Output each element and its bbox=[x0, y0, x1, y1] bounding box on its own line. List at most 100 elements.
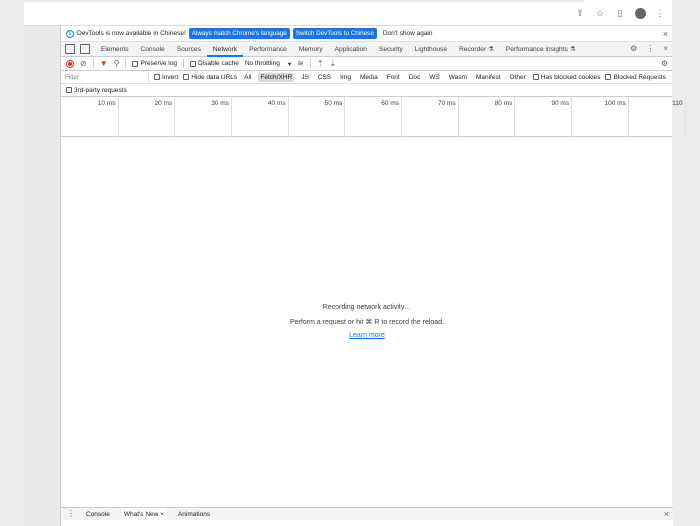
filter-icon[interactable]: ▼ bbox=[100, 59, 108, 68]
type-filter-other[interactable]: Other bbox=[508, 73, 528, 82]
toolbar-divider bbox=[92, 59, 94, 68]
clear-icon[interactable]: ⊘ bbox=[80, 59, 87, 68]
invert-checkbox[interactable]: Invert bbox=[154, 74, 178, 81]
timeline-gridline bbox=[287, 97, 289, 137]
inspect-element-icon[interactable] bbox=[65, 44, 75, 54]
third-party-checkbox[interactable]: 3rd-party requests bbox=[66, 87, 127, 94]
switch-language-button[interactable]: Switch DevTools to Chinese bbox=[292, 28, 377, 39]
devtools-panel: i DevTools is now available in Chinese! … bbox=[60, 26, 686, 526]
omnibox-edge bbox=[24, 0, 584, 2]
timeline-tick-label: 110 bbox=[672, 100, 683, 107]
drawer-tab-whats-new[interactable]: What's New × bbox=[120, 507, 167, 521]
close-drawer-icon[interactable]: × bbox=[664, 509, 669, 519]
network-settings-gear-icon[interactable]: ⚙ bbox=[661, 59, 668, 68]
toolbar-divider bbox=[309, 59, 311, 68]
tab-application[interactable]: Application bbox=[329, 42, 373, 57]
disable-cache-checkbox[interactable]: Disable cache bbox=[189, 60, 239, 67]
drawer-tab-animations[interactable]: Animations bbox=[175, 508, 213, 521]
tab-memory[interactable]: Memory bbox=[293, 42, 329, 57]
settings-gear-icon[interactable]: ⚙ bbox=[630, 44, 637, 53]
more-options-icon[interactable]: ⋮ bbox=[646, 44, 654, 53]
chevron-down-icon: ▾ bbox=[287, 60, 292, 68]
type-filter-js[interactable]: JS bbox=[299, 73, 311, 82]
window-left-edge bbox=[0, 0, 24, 526]
window-right-edge bbox=[672, 0, 700, 526]
kebab-menu-icon[interactable]: ⋮ bbox=[654, 7, 666, 19]
type-filter-css[interactable]: CSS bbox=[316, 73, 333, 82]
timeline-gridline bbox=[401, 97, 402, 137]
type-filter-font[interactable]: Font bbox=[385, 73, 402, 82]
preserve-log-label: Preserve log bbox=[140, 60, 177, 67]
drawer-tab-label: What's New bbox=[123, 510, 159, 518]
tabbar-actions: ⚙ ⋮ × bbox=[630, 44, 668, 53]
invert-label: Invert bbox=[162, 73, 179, 81]
third-party-row: 3rd-party requests bbox=[61, 84, 672, 97]
throttling-select[interactable]: No throttling ▾ bbox=[245, 60, 291, 68]
type-filter-img[interactable]: Img bbox=[338, 73, 353, 82]
type-filter-media[interactable]: Media bbox=[358, 73, 380, 82]
type-filter-fetch-xhr[interactable]: Fetch/XHR bbox=[258, 72, 295, 82]
tab-security[interactable]: Security bbox=[373, 42, 409, 57]
timeline-tick-label: 10 ms bbox=[97, 100, 116, 107]
share-icon[interactable]: ⇪ bbox=[574, 7, 586, 19]
search-icon[interactable]: ⚲ bbox=[114, 59, 120, 68]
drawer-tabbar: ⋮ Console What's New × Animations × bbox=[61, 507, 673, 521]
checkbox[interactable] bbox=[605, 74, 612, 80]
close-tab-icon[interactable]: × bbox=[160, 511, 164, 518]
import-har-icon[interactable]: ⇡ bbox=[317, 59, 324, 68]
type-filter-ws[interactable]: WS bbox=[427, 73, 441, 82]
checkbox[interactable] bbox=[189, 60, 196, 67]
tab-console[interactable]: Console bbox=[135, 42, 171, 57]
profile-avatar[interactable] bbox=[634, 7, 646, 19]
blocked-requests-checkbox[interactable]: Blocked Requests bbox=[605, 73, 666, 81]
learn-more-link[interactable]: Learn more bbox=[61, 332, 673, 339]
hide-data-urls-checkbox[interactable]: Hide data URLs bbox=[183, 74, 237, 81]
timeline-tick-label: 90 ms bbox=[551, 100, 570, 107]
tab-performance-insights[interactable]: Performance insights ⚗ bbox=[500, 42, 582, 57]
match-language-button[interactable]: Always match Chrome's language bbox=[188, 28, 290, 39]
close-devtools-icon[interactable]: × bbox=[663, 44, 668, 53]
network-conditions-icon[interactable]: ≋ bbox=[297, 59, 304, 68]
blocked-requests-label: Blocked Requests bbox=[613, 73, 666, 81]
checkbox[interactable] bbox=[183, 74, 190, 80]
drawer-menu-icon[interactable]: ⋮ bbox=[67, 510, 75, 518]
toolbar-divider bbox=[182, 59, 184, 68]
preserve-log-checkbox[interactable]: Preserve log bbox=[132, 60, 177, 67]
timeline-gridline bbox=[514, 97, 516, 137]
devtools-tabbar: Elements Console Sources Network Perform… bbox=[61, 42, 672, 57]
type-filter-all[interactable]: All bbox=[242, 73, 253, 82]
filter-input[interactable]: Filter bbox=[63, 71, 149, 83]
timeline-tick-label: 100 ms bbox=[604, 100, 626, 107]
timeline-gridline bbox=[571, 97, 573, 137]
checkbox[interactable] bbox=[132, 60, 139, 67]
tab-sources[interactable]: Sources bbox=[171, 42, 207, 57]
type-filter-wasm[interactable]: Wasm bbox=[447, 73, 469, 82]
tab-network[interactable]: Network bbox=[206, 42, 244, 57]
timeline-tick-label: 80 ms bbox=[494, 100, 513, 107]
blocked-cookies-checkbox[interactable]: Has blocked cookies bbox=[532, 74, 600, 81]
tab-elements[interactable]: Elements bbox=[95, 42, 135, 57]
export-har-icon[interactable]: ⇣ bbox=[330, 59, 337, 68]
browser-icons: ⇪ ☆ ▯ ⋮ bbox=[574, 7, 666, 19]
language-banner: i DevTools is now available in Chinese! … bbox=[61, 26, 672, 42]
device-toolbar-icon[interactable] bbox=[80, 44, 90, 54]
tab-performance[interactable]: Performance bbox=[243, 42, 293, 57]
checkbox[interactable] bbox=[532, 74, 539, 80]
network-overview-timeline[interactable]: 10 ms 20 ms 30 ms 40 ms 50 ms 60 ms 70 ms 80 ms… bbox=[61, 97, 686, 137]
type-filter-doc[interactable]: Doc bbox=[407, 73, 423, 82]
record-icon[interactable] bbox=[66, 59, 74, 68]
tab-lighthouse[interactable]: Lighthouse bbox=[409, 42, 453, 57]
type-filter-manifest[interactable]: Manifest bbox=[474, 73, 503, 82]
drawer-tab-console[interactable]: Console bbox=[83, 508, 113, 521]
tab-recorder[interactable]: Recorder ⚗ bbox=[453, 42, 500, 57]
checkbox[interactable] bbox=[154, 74, 160, 80]
star-icon[interactable]: ☆ bbox=[594, 7, 606, 19]
timeline-tick-label: 50 ms bbox=[324, 100, 343, 107]
dont-show-again-button[interactable]: Don't show again bbox=[380, 28, 436, 39]
timeline-gridline bbox=[174, 97, 176, 137]
close-icon[interactable]: × bbox=[663, 29, 668, 39]
hide-data-urls-label: Hide data URLs bbox=[191, 73, 238, 81]
checkbox[interactable] bbox=[66, 87, 72, 93]
filter-bar: Filter Invert Hide data URLs All Fetch/X… bbox=[61, 71, 672, 84]
sidebar-icon[interactable]: ▯ bbox=[614, 7, 626, 19]
